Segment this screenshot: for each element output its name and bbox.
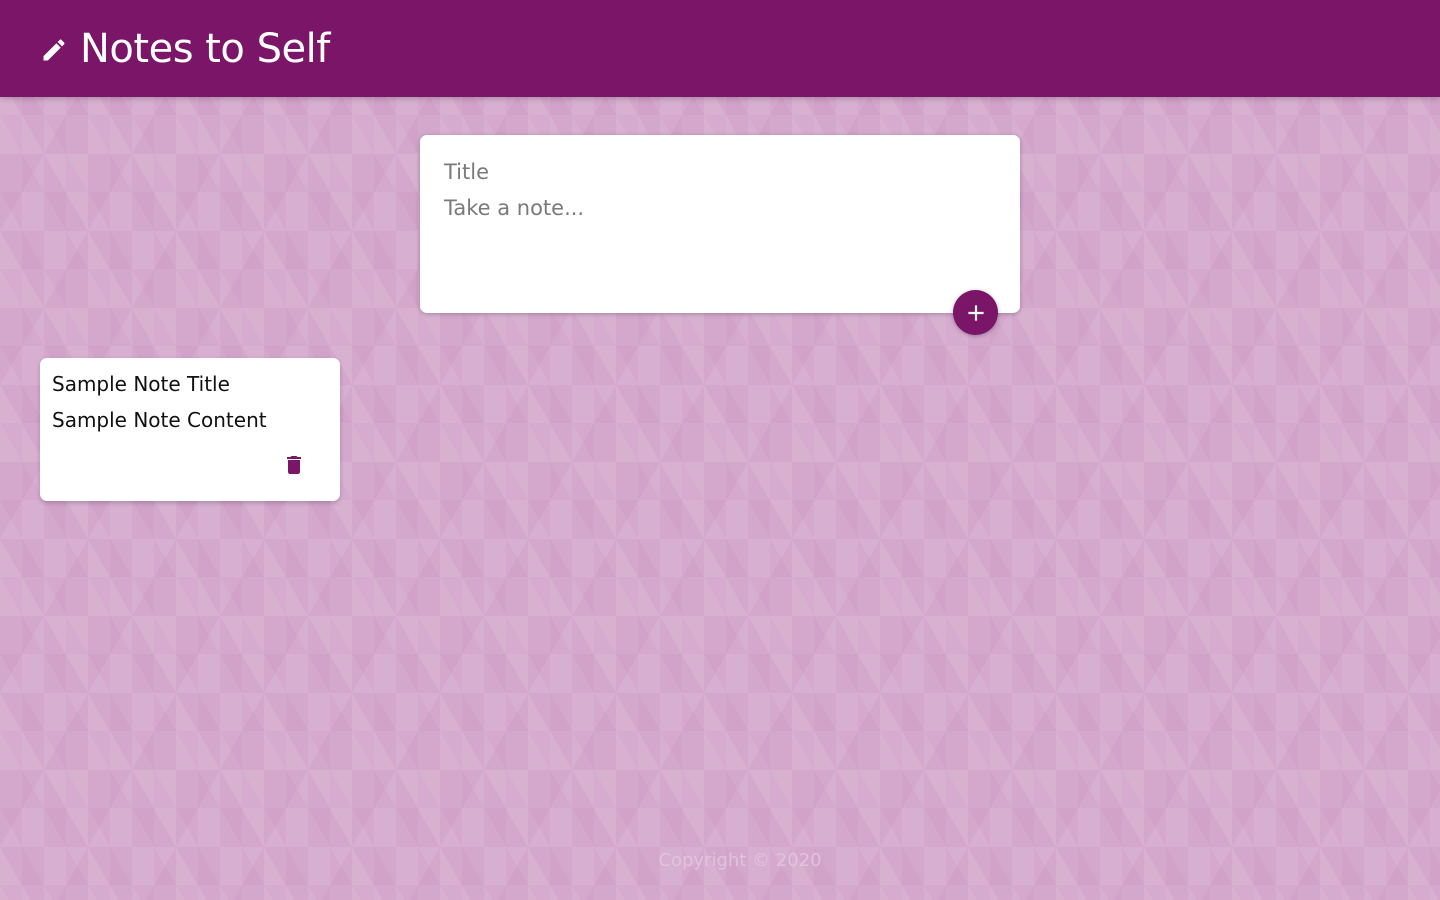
note-card: Sample Note Title Sample Note Content	[40, 358, 340, 501]
app-title: Notes to Self	[80, 25, 330, 72]
note-content: Sample Note Content	[52, 408, 267, 432]
delete-note-button[interactable]	[282, 451, 306, 479]
trash-icon	[287, 456, 301, 474]
note-content-textarea[interactable]	[444, 196, 996, 256]
app-header: Notes to Self	[0, 0, 1440, 97]
note-title: Sample Note Title	[52, 372, 230, 396]
add-note-button[interactable]	[953, 290, 998, 335]
copyright-text: Copyright © 2020	[658, 850, 822, 871]
create-note-form	[420, 135, 1020, 335]
note-title-input[interactable]	[444, 157, 996, 187]
pencil-icon	[43, 38, 65, 60]
plus-icon	[967, 304, 984, 321]
footer: Copyright © 2020	[0, 850, 1440, 871]
